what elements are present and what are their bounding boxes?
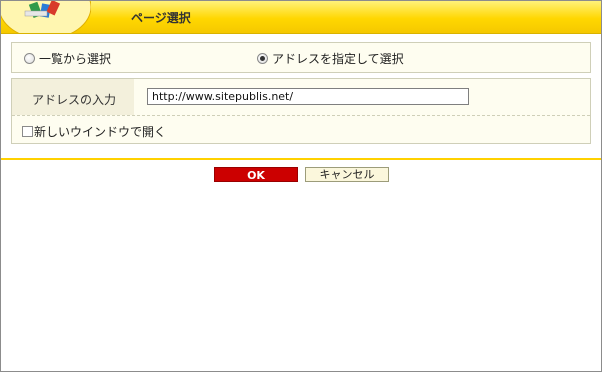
radio-select-from-list[interactable]: 一覧から選択 [24, 51, 112, 66]
address-panel: アドレスの入力 http://www.sitepublis.net/ 新しいウイ… [11, 78, 591, 144]
selection-mode-group: 一覧から選択 アドレスを指定して選択 [11, 42, 591, 73]
address-input[interactable]: http://www.sitepublis.net/ [147, 88, 469, 105]
new-window-label: 新しいウインドウで開く [34, 125, 167, 139]
app-logo-icon [1, 1, 91, 33]
radio-select-by-address[interactable]: アドレスを指定して選択 [257, 51, 404, 66]
radio-label: アドレスを指定して選択 [272, 51, 404, 66]
page-title: ページ選択 [131, 11, 191, 25]
radio-label: 一覧から選択 [39, 51, 112, 66]
address-row: アドレスの入力 http://www.sitepublis.net/ [12, 79, 590, 116]
divider [1, 158, 601, 160]
new-window-option[interactable]: 新しいウインドウで開く [22, 123, 166, 140]
address-label-cell: アドレスの入力 [12, 79, 134, 115]
address-label: アドレスの入力 [32, 93, 117, 107]
ok-button[interactable]: OK [214, 167, 298, 182]
radio-button[interactable] [24, 52, 35, 64]
cancel-button[interactable]: キャンセル [305, 167, 389, 182]
new-window-checkbox[interactable] [22, 126, 33, 137]
dialog-window: ページ選択 一覧から選択 アドレスを指定して選択 アドレスの入力 http://… [0, 0, 602, 372]
radio-button-checked[interactable] [257, 52, 268, 64]
dialog-header: ページ選択 [1, 1, 601, 34]
